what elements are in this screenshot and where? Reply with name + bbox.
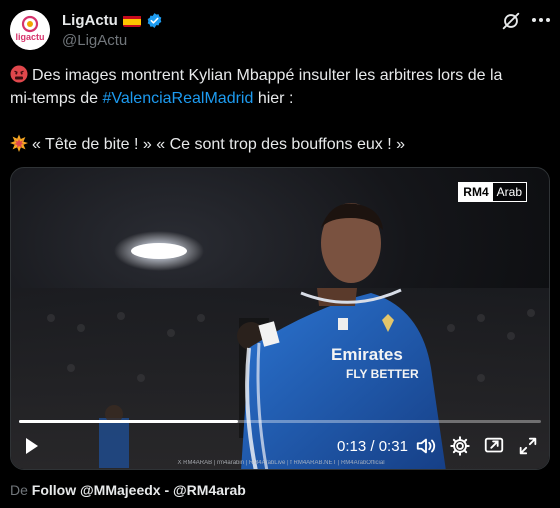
watermark-a: RM4 <box>459 183 493 201</box>
angry-face-icon <box>10 65 28 83</box>
grok-icon[interactable] <box>500 10 522 32</box>
tweet-line-3: « Tête de bite ! » « Ce sont trop des bo… <box>10 133 550 156</box>
video-controls: 0:13 / 0:31 <box>11 425 549 469</box>
tweet-text: Des images montrent Kylian Mbappé insult… <box>10 64 550 156</box>
source-prefix: De <box>10 482 32 498</box>
source-attribution: De Follow @MMajeedx - @RM4arab <box>10 482 246 498</box>
pip-icon[interactable] <box>483 435 505 457</box>
jersey-sponsor-2: FLY BETTER <box>346 367 419 381</box>
fullscreen-icon[interactable] <box>517 435 539 457</box>
progress-bar[interactable] <box>19 420 541 423</box>
name-row: LigActu <box>62 12 163 29</box>
handle[interactable]: @LigActu <box>62 32 127 49</box>
play-icon[interactable] <box>25 437 39 455</box>
verified-badge-icon <box>146 12 163 29</box>
tweet-line-2: mi-temps de #ValenciaRealMadrid hier : <box>10 87 550 110</box>
ligactu-logo: ligactu <box>10 10 50 50</box>
tweet-line-1: Des images montrent Kylian Mbappé insult… <box>10 64 550 87</box>
time-current: 0:13 <box>337 438 367 455</box>
source-link[interactable]: Follow @MMajeedx - @RM4arab <box>32 482 246 498</box>
progress-fill <box>19 420 239 423</box>
time-display: 0:13 / 0:31 <box>337 438 408 455</box>
display-name[interactable]: LigActu <box>62 12 118 29</box>
time-separator: / <box>366 438 379 455</box>
tweet-header: ligactu LigActu @LigActu <box>10 10 550 54</box>
more-icon[interactable] <box>532 18 550 24</box>
settings-icon[interactable] <box>449 435 471 457</box>
jersey-sponsor-1: Emirates <box>331 345 403 364</box>
tweet-line-2-suffix: hier : <box>253 90 294 107</box>
hashtag-link[interactable]: #ValenciaRealMadrid <box>102 90 253 107</box>
volume-icon[interactable] <box>415 435 437 457</box>
time-total: 0:31 <box>378 438 408 455</box>
rm4arab-watermark: RM4 Arab <box>458 182 527 202</box>
tweet-line-2-prefix: mi-temps de <box>10 90 103 107</box>
watermark-b: Arab <box>492 183 526 201</box>
tweet-line-3-text: « Tête de bite ! » « Ce sont trop des bo… <box>32 136 405 153</box>
tweet-line-1-text: Des images montrent Kylian Mbappé insult… <box>32 67 503 84</box>
spain-flag-icon <box>122 15 141 27</box>
svg-text:ligactu: ligactu <box>15 32 44 42</box>
video-player[interactable]: Emirates FLY BETTER X RM4ARAB | rm4arabi… <box>10 167 550 470</box>
avatar[interactable]: ligactu <box>10 10 50 50</box>
collision-icon <box>10 134 28 152</box>
